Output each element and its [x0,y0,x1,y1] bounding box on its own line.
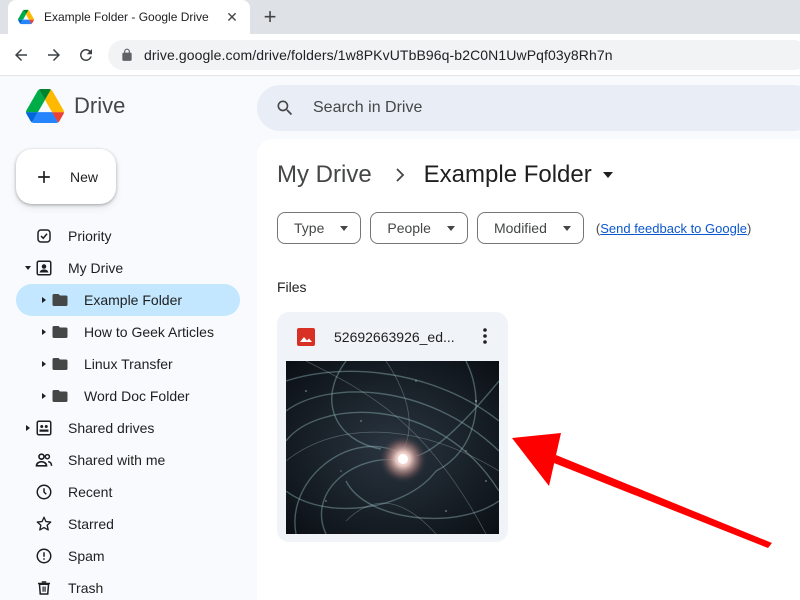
dropdown-caret-icon [602,172,613,178]
google-drive-favicon-icon [18,9,34,25]
sidebar-item-label: How to Geek Articles [84,324,214,340]
sidebar-nav: Priority My Drive Example Folder How to … [0,220,256,600]
star-icon [34,514,54,534]
forward-arrow-icon [48,49,60,61]
sidebar-item-word-doc-folder[interactable]: Word Doc Folder [0,380,256,412]
sidebar-item-label: Linux Transfer [84,356,173,372]
back-button[interactable] [8,42,34,68]
tab-close-icon[interactable]: ✕ [224,9,240,25]
sidebar-item-label: Shared drives [68,420,155,436]
file-card[interactable]: 52692663926_ed... [277,312,508,542]
address-bar[interactable]: drive.google.com/drive/folders/1w8PKvUTb… [108,40,800,70]
feedback-text: (Send feedback to Google) [596,221,751,236]
tab-title: Example Folder - Google Drive [44,10,209,24]
back-arrow-icon [15,49,27,61]
expand-right-icon[interactable] [40,392,48,400]
sidebar-item-label: Recent [68,484,113,500]
expand-right-icon[interactable] [40,328,48,336]
new-button-label: New [70,168,99,185]
sidebar-item-linux-transfer[interactable]: Linux Transfer [0,348,256,380]
filter-modified-chip[interactable]: Modified [476,212,584,244]
feedback-close-paren: ) [746,220,752,236]
shared-drives-icon [34,418,54,438]
spam-icon [34,546,54,566]
lock-icon [122,48,132,61]
chevron-right-icon [394,167,406,183]
send-feedback-link[interactable]: Send feedback to Google [600,221,747,236]
browser-toolbar: drive.google.com/drive/folders/1w8PKvUTb… [0,34,800,76]
sidebar-item-shared-with-me[interactable]: Shared with me [0,444,256,476]
google-drive-logo-icon [26,89,64,123]
expand-right-icon[interactable] [24,424,32,432]
breadcrumb-my-drive[interactable]: My Drive [277,161,372,189]
sidebar-item-recent[interactable]: Recent [0,476,256,508]
reload-button[interactable] [73,42,99,68]
check-circle-icon [34,226,54,246]
dropdown-caret-icon [562,225,571,231]
people-icon [34,450,54,470]
filter-people-chip[interactable]: People [370,212,468,244]
folder-icon [50,290,70,310]
sidebar-item-label: Trash [68,580,104,596]
sidebar-item-my-drive[interactable]: My Drive [0,252,256,284]
folder-icon [50,322,70,342]
drive-app: Drive New Priority My Drive [0,77,800,600]
sidebar-item-label: My Drive [68,260,124,276]
sidebar-item-how-to-geek-articles[interactable]: How to Geek Articles [0,316,256,348]
files-section-label: Files [277,279,307,295]
chip-label: Type [294,220,325,236]
sidebar-item-label: Spam [68,548,105,564]
forward-button[interactable] [41,42,67,68]
clock-icon [34,482,54,502]
dropdown-caret-icon [446,225,455,231]
breadcrumb-current-label: Example Folder [423,161,592,188]
sidebar-item-spam[interactable]: Spam [0,540,256,572]
trash-icon [34,578,54,598]
sidebar-item-trash[interactable]: Trash [0,572,256,600]
filter-bar: Type People Modified (Send feedback to G… [277,212,751,244]
folder-icon [50,354,70,374]
sidebar-item-starred[interactable]: Starred [0,508,256,540]
new-tab-button[interactable]: + [258,4,282,29]
sidebar-item-example-folder[interactable]: Example Folder [0,284,256,316]
filter-type-chip[interactable]: Type [277,212,362,244]
folder-icon [50,386,70,406]
sidebar-item-label: Example Folder [84,292,183,308]
sidebar-item-priority[interactable]: Priority [0,220,256,252]
chip-label: Modified [493,220,547,236]
file-thumbnail[interactable] [286,361,499,534]
chip-label: People [387,220,431,236]
reload-icon [79,48,92,61]
expand-right-icon[interactable] [40,296,48,304]
more-vert-icon[interactable] [475,326,495,346]
galaxy-thumbnail-image [286,361,499,534]
sidebar-item-label: Word Doc Folder [84,388,190,404]
sidebar-item-label: Shared with me [68,452,166,468]
breadcrumb: My Drive Example Folder [277,161,614,189]
sidebar-item-label: Starred [68,516,114,532]
url-text: drive.google.com/drive/folders/1w8PKvUTb… [144,47,613,63]
browser-tabstrip: Example Folder - Google Drive ✕ + [0,0,800,34]
expand-down-icon[interactable] [24,264,32,272]
breadcrumb-current-folder[interactable]: Example Folder [424,161,614,189]
image-file-icon [297,328,315,346]
logo-text: Drive [74,93,126,118]
expand-right-icon[interactable] [40,360,48,368]
new-button[interactable]: New [16,149,116,204]
browser-tab[interactable]: Example Folder - Google Drive ✕ [8,0,250,34]
plus-icon [38,170,50,183]
search-input[interactable] [313,99,713,117]
sidebar-item-shared-drives[interactable]: Shared drives [0,412,256,444]
search-icon[interactable] [275,98,295,118]
main-panel: My Drive Example Folder Type People Modi… [257,139,800,600]
search-bar[interactable] [257,85,800,131]
sidebar-item-label: Priority [68,228,112,244]
dropdown-caret-icon [340,225,349,231]
file-name: 52692663926_ed... [334,329,455,345]
my-drive-icon [34,258,54,278]
drive-logo[interactable]: Drive [26,89,125,123]
